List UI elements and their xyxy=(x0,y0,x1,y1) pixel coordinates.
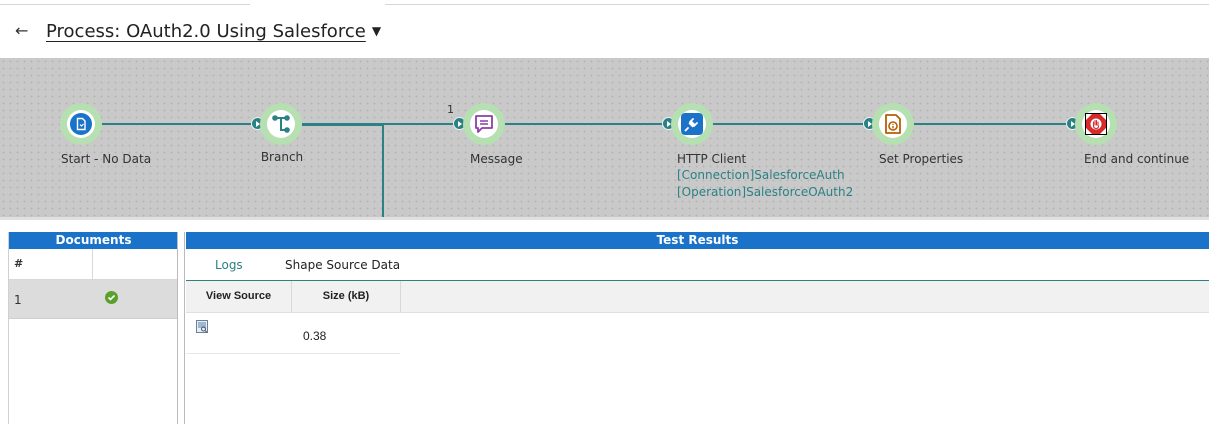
process-title-dropdown[interactable]: Process: OAuth2.0 Using Salesforce ▼ xyxy=(46,21,381,42)
process-canvas[interactable]: Start - No Data Branch 1 Message HTTP Cl… xyxy=(0,58,1209,217)
shape-label-branch: Branch xyxy=(260,150,304,164)
results-tabs: Logs Shape Source Data xyxy=(186,249,1209,281)
back-arrow-icon[interactable]: ← xyxy=(15,21,28,40)
message-icon xyxy=(475,115,493,133)
test-results-panel: Test Results Logs Shape Source Data View… xyxy=(186,232,1209,424)
branch-path-count: 1 xyxy=(447,103,454,116)
shape-branch[interactable] xyxy=(260,103,302,145)
source-size-value: 0.38 xyxy=(303,329,327,343)
documents-panel: Documents # 1 xyxy=(8,232,178,424)
document-number: 1 xyxy=(14,293,22,307)
view-source-icon[interactable] xyxy=(196,320,208,333)
set-properties-icon xyxy=(885,114,901,134)
shape-label-set-properties: Set Properties xyxy=(879,152,964,166)
shape-set-properties[interactable] xyxy=(872,103,914,145)
connector-setprops-end xyxy=(912,123,1068,125)
caret-down-icon[interactable]: ▼ xyxy=(372,24,381,38)
documents-col-num: # xyxy=(14,257,24,270)
http-connection-detail[interactable]: [Connection]SalesforceAuth xyxy=(677,167,845,184)
col-size[interactable]: Size (kB) xyxy=(292,281,401,312)
col-view-source[interactable]: View Source xyxy=(186,281,292,312)
panel-splitter[interactable] xyxy=(177,232,185,424)
documents-header: Documents xyxy=(9,232,178,249)
top-tab-strip xyxy=(0,0,1209,10)
shape-label-end-continue: End and continue xyxy=(1084,152,1190,166)
process-title[interactable]: Process: OAuth2.0 Using Salesforce xyxy=(46,21,366,42)
source-grid-header: View Source Size (kB) xyxy=(186,281,1209,313)
connector-http-setprops xyxy=(711,123,863,125)
connector-branch-down xyxy=(302,124,384,126)
connector-message-http xyxy=(502,123,663,125)
branch-icon xyxy=(272,115,290,133)
shape-message[interactable] xyxy=(463,103,505,145)
shape-http-client[interactable] xyxy=(671,103,713,145)
start-document-icon xyxy=(70,113,92,135)
http-operation-detail[interactable]: [Operation]SalesforceOAuth2 xyxy=(677,184,853,201)
test-results-header: Test Results xyxy=(186,232,1209,249)
column-divider xyxy=(92,249,93,279)
http-plug-icon xyxy=(681,113,703,135)
shape-label-start: Start - No Data xyxy=(61,152,152,166)
end-shape-selection-box xyxy=(1085,113,1107,135)
document-row[interactable]: 1 xyxy=(9,280,178,319)
shape-label-message: Message xyxy=(470,152,523,166)
source-row: 0.38 xyxy=(186,313,400,354)
tab-logs[interactable]: Logs xyxy=(215,258,243,272)
test-panel: Documents # 1 Test Results Logs Shape So… xyxy=(0,217,1209,424)
shape-start[interactable] xyxy=(60,103,102,145)
shape-label-http-client: HTTP Client xyxy=(677,152,747,166)
process-header: ← Process: OAuth2.0 Using Salesforce ▼ xyxy=(0,10,1209,58)
documents-columns: # xyxy=(9,249,178,280)
connector-branch-vertical xyxy=(382,124,384,217)
success-check-icon xyxy=(105,291,118,304)
connector-start-branch xyxy=(82,123,255,125)
tab-shape-source-data[interactable]: Shape Source Data xyxy=(285,258,400,272)
